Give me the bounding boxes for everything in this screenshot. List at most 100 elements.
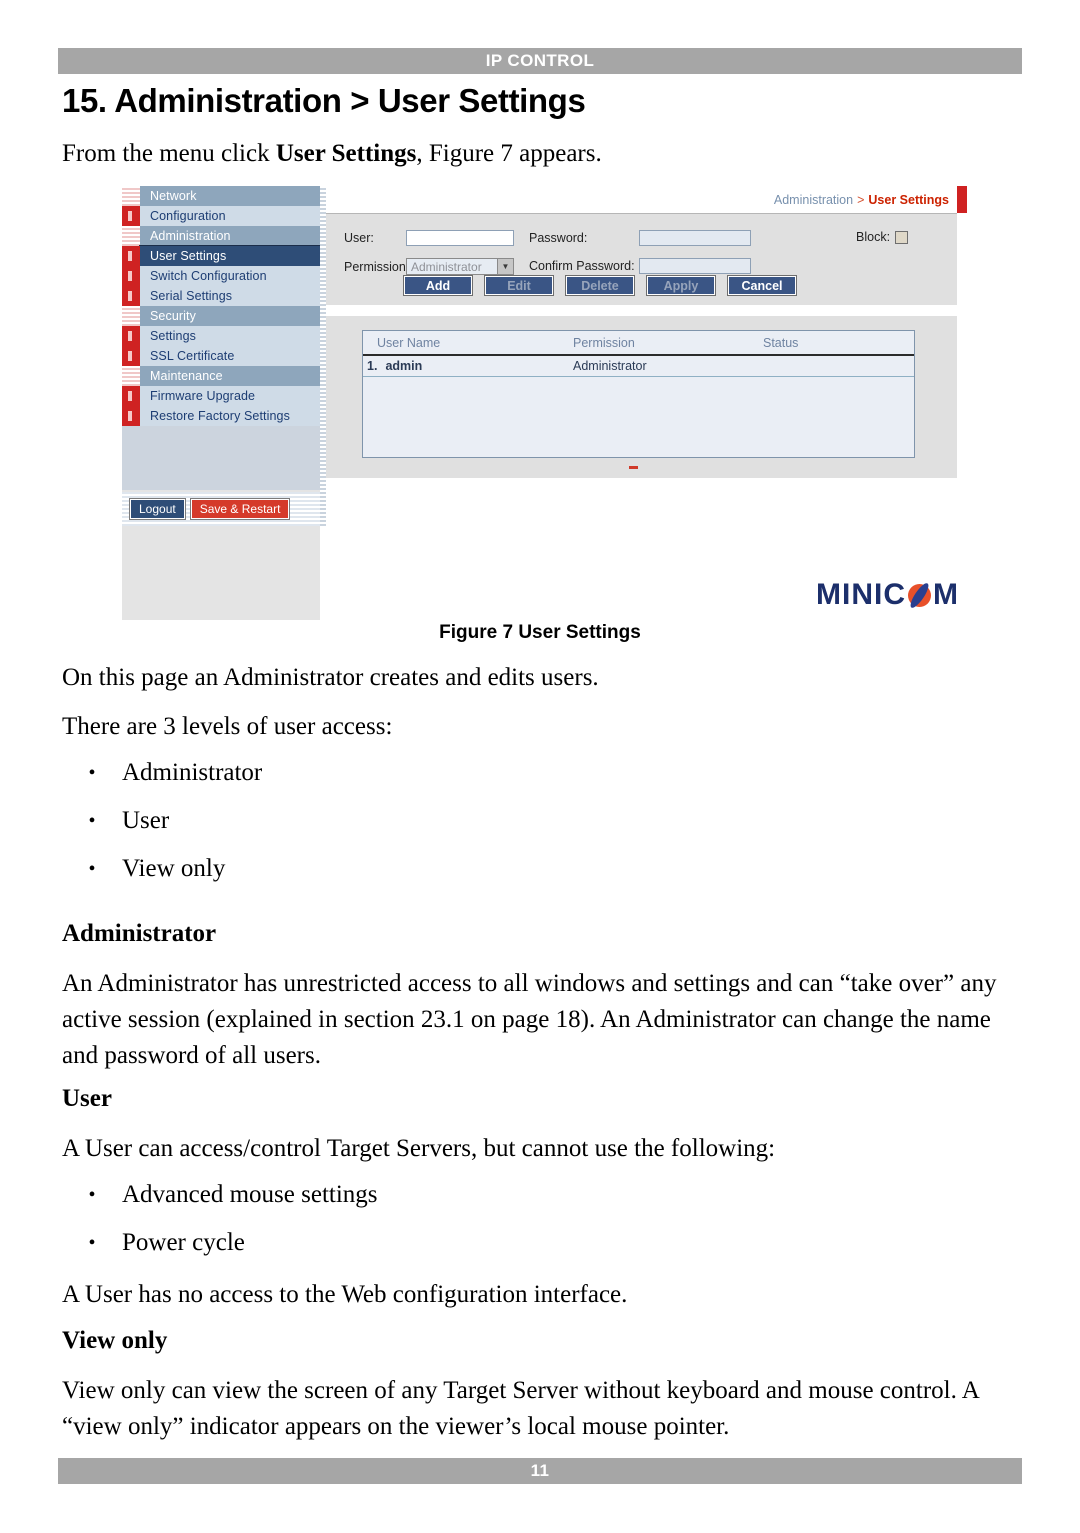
logout-button[interactable]: Logout [130, 499, 185, 519]
list-item: • Advanced mouse settings [62, 1180, 962, 1210]
running-footer: 11 [58, 1458, 1022, 1484]
running-header: IP CONTROL [58, 48, 1022, 74]
sidebar-item-ssl-certificate[interactable]: SSL Certificate [122, 346, 320, 366]
edit-button[interactable]: Edit [485, 276, 553, 295]
page-number: 11 [530, 1461, 550, 1480]
row-user-name: admin [385, 359, 423, 373]
user-list-panel: User Name Permission Status 1. admin Admi… [326, 316, 957, 478]
minicom-logo: MINIC M [816, 578, 959, 612]
user-form-panel: User: Permission: Administrator ▼ Passwo… [326, 213, 957, 305]
list-item-label: View only [122, 855, 226, 882]
block-label: Block: [856, 230, 891, 244]
bullet-icon: • [88, 1232, 96, 1254]
group-marker-icon [122, 186, 140, 206]
breadcrumb-current: User Settings [868, 192, 949, 207]
paragraph-administrator: An Administrator has unrestricted access… [62, 970, 997, 1069]
bullet-icon: • [88, 762, 96, 784]
block-field-row: Block: [856, 230, 909, 244]
block-checkbox[interactable] [895, 230, 909, 244]
list-item-label: Administrator [122, 759, 263, 786]
list-item: • View only [62, 854, 962, 884]
sidebar-item-serial-settings[interactable]: Serial Settings [122, 286, 320, 306]
sidebar-actions: Logout Save & Restart [122, 492, 328, 526]
add-button[interactable]: Add [404, 276, 472, 295]
bullet-marker-icon [122, 346, 140, 366]
document-page: IP CONTROL 15. Administration > User Set… [0, 0, 1080, 1533]
sidebar-item-user-settings[interactable]: User Settings [122, 245, 321, 267]
bullet-icon: • [88, 810, 96, 832]
breadcrumb: Administration > User Settings [326, 186, 967, 213]
user-input[interactable] [406, 230, 514, 246]
password-input[interactable] [639, 230, 751, 246]
sidebar-item-settings[interactable]: Settings [122, 326, 320, 346]
password-label: Password: [529, 231, 588, 245]
password-field-row: Password: [529, 230, 751, 246]
sidebar-item-label: Settings [140, 326, 320, 346]
bullet-marker-icon [122, 406, 140, 426]
sidebar-menu: Network Configuration Administration Use… [122, 186, 321, 490]
confirm-password-label: Confirm Password: [529, 259, 635, 273]
intro-bold: User Settings [275, 140, 417, 167]
bullet-icon: • [88, 858, 96, 880]
group-marker-icon [122, 226, 140, 246]
user-field-row: User: [344, 230, 514, 246]
permission-field-row: Permission: Administrator ▼ [344, 258, 514, 275]
running-head-text: IP CONTROL [485, 51, 595, 70]
sidebar-item-label: Firmware Upgrade [140, 386, 320, 406]
apply-button[interactable]: Apply [647, 276, 715, 295]
list-item-label: Power cycle [122, 1229, 245, 1256]
sidebar-group-security: Security [122, 306, 320, 326]
permission-select-value: Administrator [411, 259, 482, 274]
sidebar-item-label: User Settings [139, 245, 321, 267]
column-header-user-name[interactable]: User Name [363, 336, 573, 350]
user-label: User: [344, 231, 374, 245]
sidebar-item-label: Restore Factory Settings [140, 406, 320, 426]
cell-permission: Administrator [573, 359, 647, 373]
paragraph-user-note: A User has no access to the Web configur… [62, 1281, 628, 1308]
logo-text-post: M [933, 578, 959, 611]
sidebar-group-label: Maintenance [140, 366, 320, 386]
breadcrumb-parent[interactable]: Administration [774, 193, 853, 207]
bullet-marker-icon [122, 286, 140, 306]
sidebar-group-label: Network [140, 186, 320, 206]
row-index: 1. [367, 359, 378, 373]
sidebar-group-network: Network [122, 186, 320, 206]
sidebar-group-label: Administration [140, 226, 320, 246]
sidebar-item-firmware-upgrade[interactable]: Firmware Upgrade [122, 386, 320, 406]
column-header-status[interactable]: Status [763, 336, 913, 350]
paragraph-view-only: View only can view the screen of any Tar… [62, 1377, 979, 1440]
sidebar-group-administration: Administration [122, 226, 320, 246]
cancel-button[interactable]: Cancel [728, 276, 796, 295]
confirm-password-input[interactable] [639, 258, 751, 274]
permission-select[interactable]: Administrator ▼ [406, 258, 514, 275]
intro-paragraph: From the menu click User Settings, Figur… [62, 136, 1022, 172]
confirm-password-field-row: Confirm Password: [529, 258, 751, 274]
list-item: • Administrator [62, 758, 962, 788]
delete-button[interactable]: Delete [566, 276, 634, 295]
intro-prefix: From the menu click [62, 140, 276, 167]
bullet-marker-icon [122, 326, 140, 346]
subheading-view-only: View only [62, 1327, 168, 1354]
group-marker-icon [122, 306, 140, 326]
sidebar-item-configuration[interactable]: Configuration [122, 206, 320, 226]
app-content: Administration > User Settings User: Per… [326, 186, 967, 620]
sidebar-item-restore-factory-settings[interactable]: Restore Factory Settings [122, 406, 320, 426]
bullet-marker-icon [122, 386, 140, 406]
list-item: • User [62, 806, 962, 836]
list-item-label: User [122, 807, 170, 834]
figure-caption: Figure 7 User Settings [439, 622, 641, 643]
group-marker-icon [122, 366, 140, 386]
sidebar-item-label: SSL Certificate [140, 346, 320, 366]
paragraph-levels: There are 3 levels of user access: [62, 713, 393, 740]
user-table: User Name Permission Status 1. admin Admi… [362, 330, 915, 458]
table-row[interactable]: 1. admin Administrator [363, 356, 914, 377]
list-item: • Power cycle [62, 1228, 962, 1258]
bullet-marker-icon [122, 206, 140, 226]
page-title: 15. Administration > User Settings [62, 82, 586, 119]
paragraph-user: A User can access/control Target Servers… [62, 1135, 776, 1162]
form-button-row: Add Edit Delete Apply Cancel [404, 276, 796, 295]
column-header-permission[interactable]: Permission [573, 336, 763, 350]
chevron-down-icon: ▼ [497, 259, 513, 274]
save-restart-button[interactable]: Save & Restart [190, 499, 290, 519]
sidebar-item-switch-configuration[interactable]: Switch Configuration [122, 266, 320, 286]
